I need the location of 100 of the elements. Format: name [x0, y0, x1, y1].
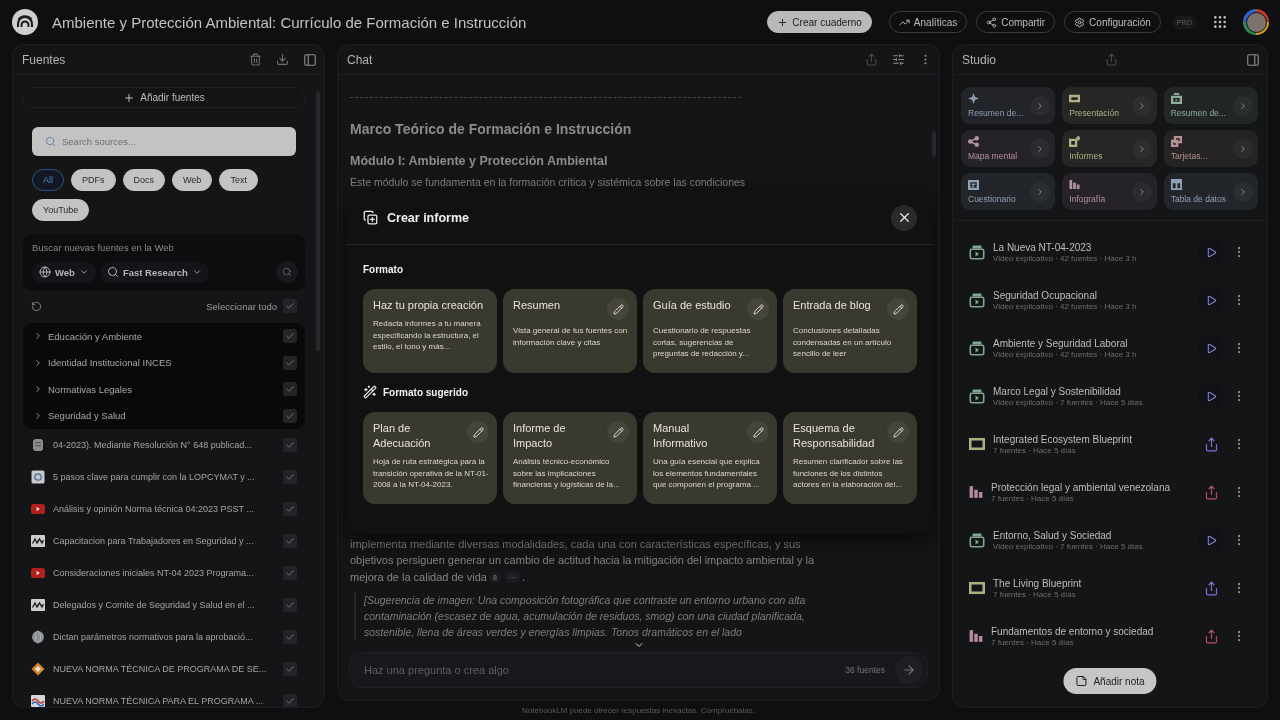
chevron-right-icon[interactable]: [33, 331, 43, 342]
source-title[interactable]: Dictan parámetros normativos para la aprobació...: [53, 632, 275, 642]
checkbox[interactable]: [283, 630, 297, 644]
download-icon[interactable]: [276, 53, 289, 66]
artifact-title[interactable]: Protección legal y ambiental venezolana: [991, 481, 1170, 493]
filter-chip[interactable]: YouTube: [32, 199, 90, 221]
disclaimer-text: NotebookLM puede ofrecer respuestas inexactas. Compruébalas.: [521, 705, 756, 717]
tool-label: Cuestionario: [968, 194, 1016, 204]
checkbox[interactable]: [283, 408, 297, 423]
add-note-button[interactable]: Añadir nota: [1063, 668, 1157, 694]
studio-tool[interactable]: Tarjetas...: [1163, 130, 1258, 167]
edit-button[interactable]: [467, 421, 489, 443]
source-group-label[interactable]: Normativas Legales: [48, 383, 278, 395]
artifact-title[interactable]: Fundamentos de entorno y sociedad: [991, 625, 1154, 637]
panel-toggle-icon[interactable]: [303, 52, 317, 67]
studio-tool[interactable]: Resumen de...: [1163, 87, 1258, 124]
artifact-title[interactable]: Ambiente y Seguridad Laboral: [993, 337, 1128, 349]
edit-button[interactable]: [887, 421, 909, 443]
artifact-title[interactable]: Marco Legal y Sostenibilidad: [993, 385, 1121, 397]
artifact-title[interactable]: Integrated Ecosystem Blueprint: [993, 433, 1132, 445]
close-button[interactable]: [891, 204, 917, 231]
format-card[interactable]: Esquema de Responsabilidad Resumen clarificador sobre las funciones de los distintos actores en la elaboración del...: [783, 412, 917, 504]
studio-tool[interactable]: Tabla de datos: [1163, 173, 1258, 210]
edit-button[interactable]: [607, 421, 629, 443]
source-group-label[interactable]: Seguridad y Salud: [48, 410, 278, 422]
edit-button[interactable]: [747, 298, 769, 320]
format-card[interactable]: Guía de estudio Cuestionario de respuestas cortas, sugerencias de preguntas de redacción y...: [643, 289, 777, 373]
filter-chip[interactable]: All: [32, 169, 64, 191]
format-card[interactable]: Manual Informativo Una guía esencial que explica los elementos fundamentales que componen el programa ...: [643, 412, 777, 504]
share-icon[interactable]: [1104, 53, 1118, 66]
notebook-title[interactable]: Ambiente y Protección Ambiental: Currículo de Formación e Instrucción: [52, 13, 759, 31]
source-title[interactable]: NUEVA NORMA TÉCNICA PARA EL PROGRAMA ...: [53, 696, 275, 706]
source-title[interactable]: 5 pasos clave para cumplir con la LOPCYMAT y ...: [53, 472, 275, 482]
checkbox[interactable]: [283, 299, 297, 313]
scope-dropdown[interactable]: Web: [32, 261, 96, 283]
stacked-plus-icon: [363, 210, 378, 225]
source-title[interactable]: 04-2023). Mediante Resolución N° 648 publicad...: [53, 440, 275, 450]
panel-toggle-icon[interactable]: [1246, 52, 1260, 67]
filter-chip[interactable]: Text: [219, 169, 258, 191]
note-icon: [1075, 675, 1088, 687]
web-search-button[interactable]: [276, 261, 298, 283]
edit-button[interactable]: [887, 298, 909, 320]
refresh-icon[interactable]: [31, 300, 42, 312]
format-card[interactable]: Informe de Impacto Análisis técnico-económico sobre las implicaciones financieras y logísticas de la...: [503, 412, 637, 504]
search-field[interactable]: Search sources...: [32, 127, 296, 156]
avatar[interactable]: [1243, 9, 1269, 35]
source-title[interactable]: Delegados y Comite de Seguridad y Salud en el ...: [53, 600, 275, 610]
filter-chip[interactable]: PDFs: [71, 169, 116, 191]
studio-tool[interactable]: Mapa mental: [961, 130, 1056, 167]
artifact-title[interactable]: The Living Blueprint: [993, 577, 1082, 589]
checkbox[interactable]: [283, 534, 297, 548]
studio-tool[interactable]: Informes: [1062, 130, 1157, 167]
checkbox[interactable]: [283, 355, 297, 370]
format-card[interactable]: Resumen Vista general de tus fuentes con información clave y citas: [503, 289, 637, 373]
filter-chip[interactable]: Web: [172, 169, 213, 191]
filter-chip[interactable]: Docs: [122, 169, 166, 191]
format-card[interactable]: Entrada de blog Conclusiones detalladas condensadas en un artículo sencillo de leer: [783, 289, 917, 373]
source-count: 36 fuentes: [845, 665, 885, 675]
checkbox[interactable]: [283, 502, 297, 516]
checkbox[interactable]: [283, 662, 297, 676]
question-input[interactable]: Haz una pregunta o crea algo: [364, 664, 836, 676]
source-group-label[interactable]: Identidad Institucional INCES: [48, 357, 278, 369]
source-title[interactable]: Análisis y opinión Norma técnica 04:2023 PSST ...: [53, 504, 275, 514]
apps-grid-icon[interactable]: [1212, 14, 1228, 30]
checkbox[interactable]: [283, 470, 297, 484]
source-title[interactable]: Consideraciones iniciales NT-04 2023 Programa...: [53, 568, 275, 578]
trash-icon[interactable]: [249, 53, 262, 66]
source-title[interactable]: Capacitacion para Trabajadores en Seguridad y ...: [53, 536, 275, 546]
chevron-right-icon[interactable]: [33, 410, 43, 421]
edit-button[interactable]: [607, 298, 629, 320]
studio-tool[interactable]: Presentación: [1062, 87, 1157, 124]
artifact-title[interactable]: Seguridad Ocupacional: [993, 289, 1097, 301]
create-notebook-button[interactable]: Crear cuaderno: [767, 11, 872, 33]
checkbox[interactable]: [283, 329, 297, 344]
source-group-label[interactable]: Educación y Ambiente: [48, 330, 278, 342]
checkbox[interactable]: [283, 382, 297, 397]
format-card[interactable]: Haz tu propia creación Redacta informes a tu manera especificando la estructura, el estilo, el tono y más...: [363, 289, 497, 373]
dialog-title: Crear informe: [387, 210, 470, 225]
studio-tool[interactable]: Cuestionario: [961, 173, 1056, 210]
edit-button[interactable]: [747, 421, 769, 443]
chat-input-field[interactable]: Haz una pregunta o crea algo 36 fuentes: [349, 652, 928, 688]
send-button[interactable]: [895, 656, 923, 684]
source-title[interactable]: NUEVA NORMA TÉCNICA DE PROGRAMA DE SE...: [53, 664, 275, 674]
studio-tool[interactable]: Resumen de...: [961, 87, 1056, 124]
checkbox[interactable]: [283, 566, 297, 580]
logo-icon[interactable]: [12, 9, 38, 35]
chevron-right-icon[interactable]: [33, 384, 43, 395]
add-sources-button[interactable]: Añadir fuentes: [23, 87, 305, 108]
artifact-title[interactable]: Entorno, Salud y Sociedad: [993, 529, 1112, 541]
checkbox[interactable]: [283, 438, 297, 452]
chevron-right-icon[interactable]: [33, 357, 43, 368]
format-card[interactable]: Plan de Adecuación Hoja de ruta estratégica para la transición operativa de la NT-01-2008 a la NT-04-2023.: [363, 412, 497, 504]
globe-icon: [39, 266, 51, 278]
studio-tool[interactable]: Infografía: [1062, 173, 1157, 210]
checkbox[interactable]: [283, 694, 297, 707]
share-icon[interactable]: [865, 53, 878, 66]
artifact-title[interactable]: La Nueva NT-04-2023: [993, 241, 1092, 253]
checkbox[interactable]: [283, 598, 297, 612]
research-mode-dropdown[interactable]: Fast Research: [99, 261, 209, 283]
settings-sliders-icon[interactable]: [892, 53, 905, 66]
